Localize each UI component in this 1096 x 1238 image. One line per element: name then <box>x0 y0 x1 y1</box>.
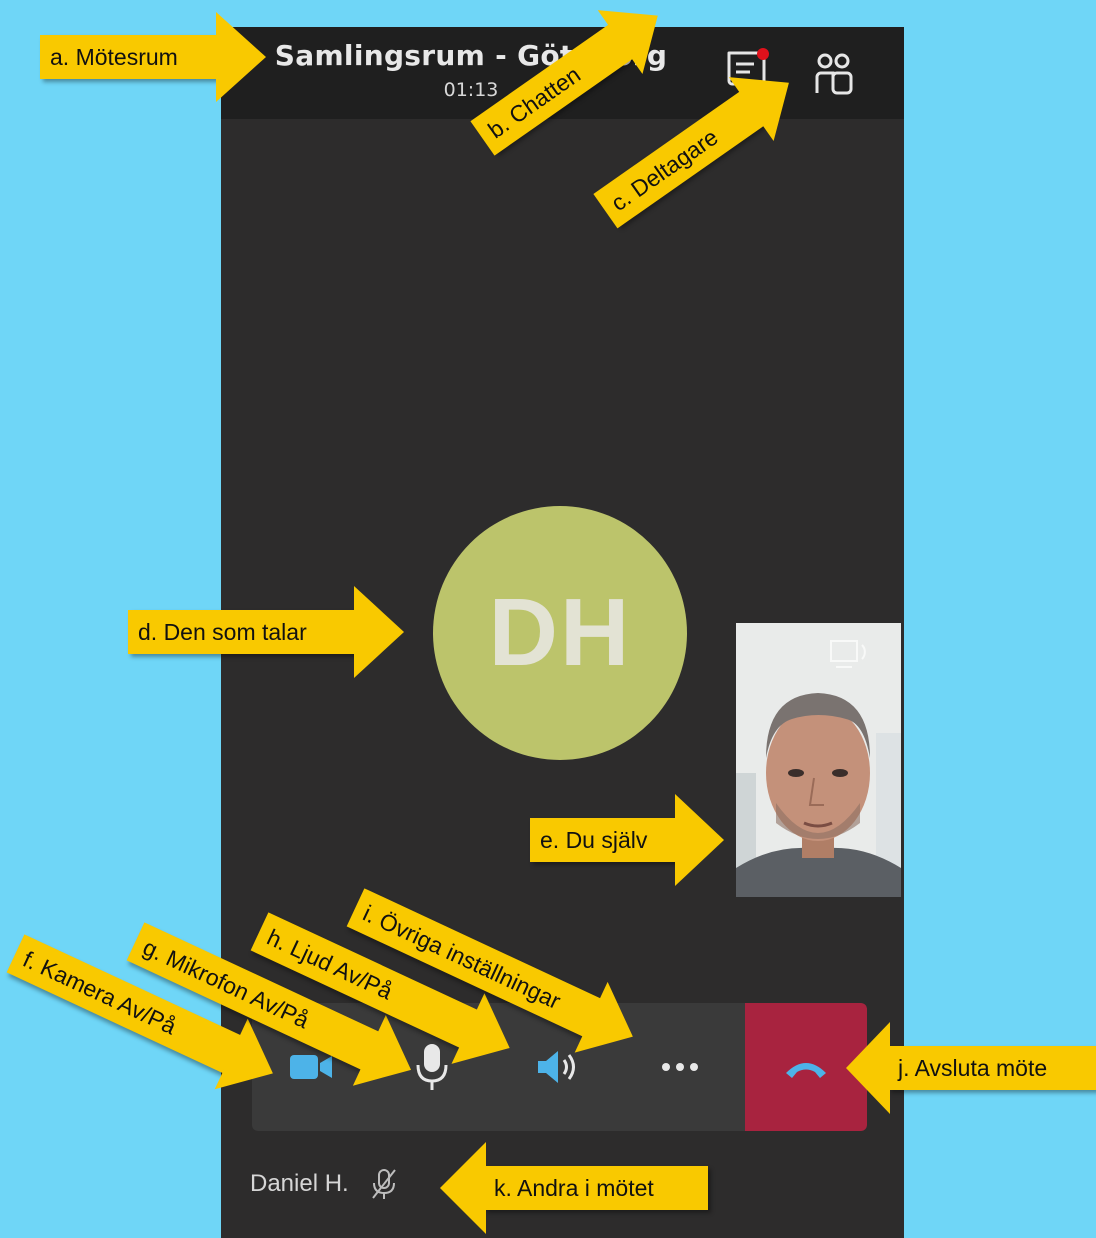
participants-icon <box>815 53 853 95</box>
callout-arrow <box>440 1142 486 1234</box>
self-view-video <box>736 623 901 897</box>
callout-active-speaker: d. Den som talar <box>128 586 408 678</box>
callout-arrow <box>216 12 266 102</box>
more-options-button[interactable] <box>658 1057 704 1077</box>
participant-entry[interactable]: Daniel H. <box>250 1167 399 1201</box>
callout-self-view: e. Du själv <box>530 794 726 886</box>
microphone-muted-icon <box>371 1169 396 1199</box>
self-view-image <box>736 623 901 897</box>
callout-other-participants: k. Andra i mötet <box>440 1142 710 1234</box>
participant-name: Daniel H. <box>250 1170 349 1197</box>
callout-end-meeting: j. Avsluta möte <box>846 1022 1096 1114</box>
callout-other-participants-label: k. Andra i mötet <box>484 1166 708 1210</box>
callout-meeting-room: a. Mötesrum <box>40 12 270 102</box>
active-speaker-avatar: DH <box>433 506 687 760</box>
callout-arrow <box>675 794 724 886</box>
participants-button[interactable] <box>809 49 859 99</box>
callout-arrow <box>846 1022 890 1114</box>
active-speaker-initials: DH <box>488 579 632 686</box>
callout-arrow <box>354 586 404 678</box>
callout-end-meeting-label: j. Avsluta möte <box>888 1046 1096 1090</box>
more-options-icon <box>662 1063 698 1071</box>
hang-up-icon <box>786 1063 826 1078</box>
